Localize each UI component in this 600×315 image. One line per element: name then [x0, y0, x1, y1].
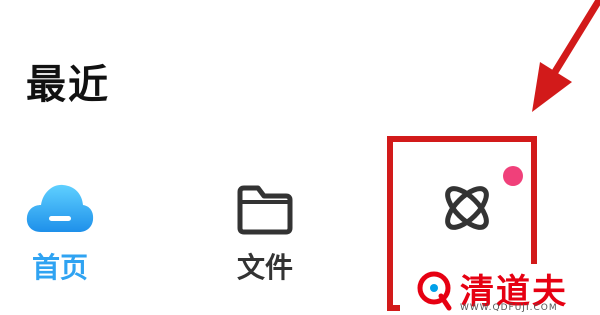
- tab-files-label: 文件: [236, 251, 293, 284]
- annotation-arrow: [532, 0, 600, 112]
- tab-home-label: 首页: [31, 251, 88, 284]
- cloud-icon: [26, 184, 94, 232]
- tab-files[interactable]: 文件: [210, 180, 320, 286]
- watermark-domain: WWW.QDFUJI.COM: [460, 303, 558, 313]
- tab-home[interactable]: 首页: [5, 180, 115, 286]
- watermark: 清道夫 WWW.QDFUJI.COM: [400, 264, 600, 315]
- page-title: 最近: [26, 62, 110, 108]
- folder-icon: [237, 185, 293, 235]
- watermark-logo-icon: [417, 271, 452, 311]
